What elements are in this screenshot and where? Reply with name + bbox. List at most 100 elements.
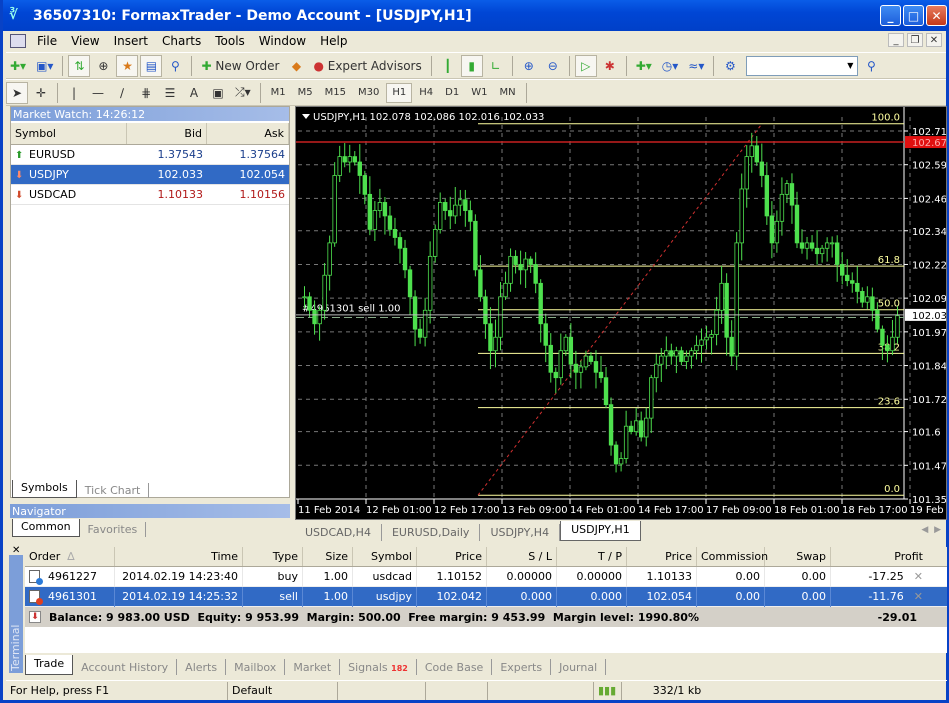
data-window-crosshair-icon[interactable]: ⊕ xyxy=(92,55,114,77)
column-size[interactable]: Size xyxy=(303,547,353,566)
text-label-icon[interactable]: ▣ xyxy=(207,82,229,104)
horizontal-line-icon[interactable]: — xyxy=(87,82,109,104)
trade-row[interactable]: 4961227 2014.02.19 14:23:40 buy 1.00 usd… xyxy=(25,566,947,587)
metaeditor-icon[interactable]: ◆ xyxy=(285,55,307,77)
timeframe-mn[interactable]: MN xyxy=(494,83,520,103)
column-bid[interactable]: Bid xyxy=(127,123,207,144)
trade-row[interactable]: 4961301 2014.02.19 14:25:32 sell 1.00 us… xyxy=(25,586,947,607)
column-profit[interactable]: Profit xyxy=(831,547,927,566)
menu-charts[interactable]: Charts xyxy=(155,34,208,48)
terminal-tab-account-history[interactable]: Account History xyxy=(73,659,178,675)
terminal-tab-alerts[interactable]: Alerts xyxy=(177,659,227,675)
templates-button[interactable]: ≈▾ xyxy=(684,55,708,77)
chart-tab-usdcad-h4[interactable]: USDCAD,H4 xyxy=(295,524,382,541)
column-type[interactable]: Type xyxy=(243,547,303,566)
column-tp[interactable]: T / P xyxy=(557,547,627,566)
column-current-price[interactable]: Price xyxy=(627,547,697,566)
chart-tabs-scroll-arrows[interactable]: ◀ ▶ xyxy=(921,525,941,535)
column-price[interactable]: Price xyxy=(417,547,487,566)
menu-view[interactable]: View xyxy=(64,34,106,48)
new-order-button[interactable]: ✚ New Order xyxy=(197,55,283,77)
zoom-in-button[interactable]: ⊕ xyxy=(518,55,540,77)
market-watch-row[interactable]: ⬇ USDCAD 1.10133 1.10156 xyxy=(11,185,289,205)
periods-clock-button[interactable]: ◷▾ xyxy=(658,55,683,77)
market-watch-toggle[interactable]: ⇅ xyxy=(68,54,91,77)
tab-symbols[interactable]: Symbols xyxy=(12,480,77,498)
document-icon[interactable] xyxy=(10,34,26,48)
timeframe-m30[interactable]: M30 xyxy=(353,83,384,103)
menu-tools[interactable]: Tools xyxy=(208,34,252,48)
options-gear-icon[interactable]: ⚙ xyxy=(719,55,741,77)
auto-scroll-button[interactable]: ▷ xyxy=(574,54,597,77)
strategy-tester-icon[interactable]: ⚲ xyxy=(164,55,186,77)
line-chart-button[interactable]: ∟ xyxy=(485,55,507,77)
chart-tab-eurusd-daily[interactable]: EURUSD,Daily xyxy=(382,524,481,541)
navigator-toggle[interactable]: ★ xyxy=(116,54,139,77)
terminal-tab-trade[interactable]: Trade xyxy=(25,655,74,675)
menu-help[interactable]: Help xyxy=(313,34,354,48)
text-icon[interactable]: A xyxy=(183,82,205,104)
column-commission[interactable]: Commission xyxy=(697,547,768,566)
chart-tab-usdjpy-h4[interactable]: USDJPY,H4 xyxy=(480,524,561,541)
tab-favorites[interactable]: Favorites xyxy=(80,522,147,537)
column-ask[interactable]: Ask xyxy=(207,123,289,144)
market-watch-row[interactable]: ⬇ USDJPY 102.033 102.054 xyxy=(11,165,289,185)
fibonacci-icon[interactable]: ☰ xyxy=(159,82,181,104)
terminal-tab-journal[interactable]: Journal xyxy=(551,659,607,675)
column-order[interactable]: Order ∆ xyxy=(25,547,115,566)
search-dropdown-icon[interactable]: ▼ xyxy=(843,57,857,75)
column-symbol[interactable]: Symbol xyxy=(11,123,127,144)
terminal-tab-signals[interactable]: Signals 182 xyxy=(340,659,417,675)
mdi-close-button[interactable]: ✕ xyxy=(926,33,942,47)
column-swap[interactable]: Swap xyxy=(765,547,831,566)
vertical-line-icon[interactable]: | xyxy=(63,82,85,104)
chart-tab-usdjpy-h1[interactable]: USDJPY,H1 xyxy=(560,521,641,541)
crosshair-icon[interactable]: ✛ xyxy=(30,82,52,104)
timeframe-m1[interactable]: M1 xyxy=(266,83,291,103)
trendline-icon[interactable]: ∕ xyxy=(111,82,133,104)
timeframe-m5[interactable]: M5 xyxy=(293,83,318,103)
timeframe-w1[interactable]: W1 xyxy=(466,83,492,103)
tab-tick-chart[interactable]: Tick Chart xyxy=(77,483,150,498)
indicators-button[interactable]: ✚▾ xyxy=(632,55,656,77)
chart-shift-button[interactable]: ✱ xyxy=(599,55,621,77)
timeframe-h4[interactable]: H4 xyxy=(414,83,438,103)
candlestick-button[interactable]: ▮ xyxy=(460,54,483,77)
search-input[interactable]: ▼ xyxy=(746,55,859,76)
new-chart-button[interactable]: ✚▾ xyxy=(6,55,30,77)
close-button[interactable]: ✕ xyxy=(926,5,947,26)
cursor-arrow-icon[interactable]: ➤ xyxy=(6,81,28,104)
close-order-icon[interactable]: ✕ xyxy=(914,570,923,583)
minimize-button[interactable]: _ xyxy=(880,5,901,26)
menu-file[interactable]: File xyxy=(30,34,64,48)
terminal-tab-code-base[interactable]: Code Base xyxy=(417,659,493,675)
timeframe-h1[interactable]: H1 xyxy=(386,82,413,103)
menu-window[interactable]: Window xyxy=(252,34,313,48)
terminal-toggle[interactable]: ▤ xyxy=(140,54,163,77)
price-chart[interactable]: 102.715102.59102.465102.345102.22102.095… xyxy=(296,107,946,519)
terminal-tab-mailbox[interactable]: Mailbox xyxy=(226,659,286,675)
column-time[interactable]: Time xyxy=(115,547,243,566)
timeframe-m15[interactable]: M15 xyxy=(320,83,351,103)
tab-common[interactable]: Common xyxy=(12,519,80,537)
menu-insert[interactable]: Insert xyxy=(107,34,155,48)
mdi-minimize-button[interactable]: _ xyxy=(888,33,904,47)
search-icon[interactable]: ⚲ xyxy=(860,55,882,77)
chart-window[interactable]: 102.715102.59102.465102.345102.22102.095… xyxy=(295,106,947,520)
market-watch-row[interactable]: ⬆ EURUSD 1.37543 1.37564 xyxy=(11,145,289,165)
column-sl[interactable]: S / L xyxy=(487,547,557,566)
column-symbol[interactable]: Symbol xyxy=(353,547,417,566)
equidistant-channel-icon[interactable]: ⋕ xyxy=(135,82,157,104)
bar-chart-button[interactable]: ┃ xyxy=(437,55,459,77)
ask-cell: 1.37564 xyxy=(239,148,286,161)
zoom-out-button[interactable]: ⊖ xyxy=(542,55,564,77)
mdi-restore-button[interactable]: ❐ xyxy=(907,33,923,47)
profiles-button[interactable]: ▣▾ xyxy=(32,55,57,77)
close-order-icon[interactable]: ✕ xyxy=(914,590,923,603)
expert-advisors-button[interactable]: ● Expert Advisors xyxy=(309,55,425,77)
terminal-tab-market[interactable]: Market xyxy=(285,659,341,675)
arrows-dropdown-icon[interactable]: ⤮▾ xyxy=(231,82,255,104)
maximize-button[interactable]: □ xyxy=(903,5,924,26)
terminal-tab-experts[interactable]: Experts xyxy=(492,659,552,675)
timeframe-d1[interactable]: D1 xyxy=(440,83,464,103)
